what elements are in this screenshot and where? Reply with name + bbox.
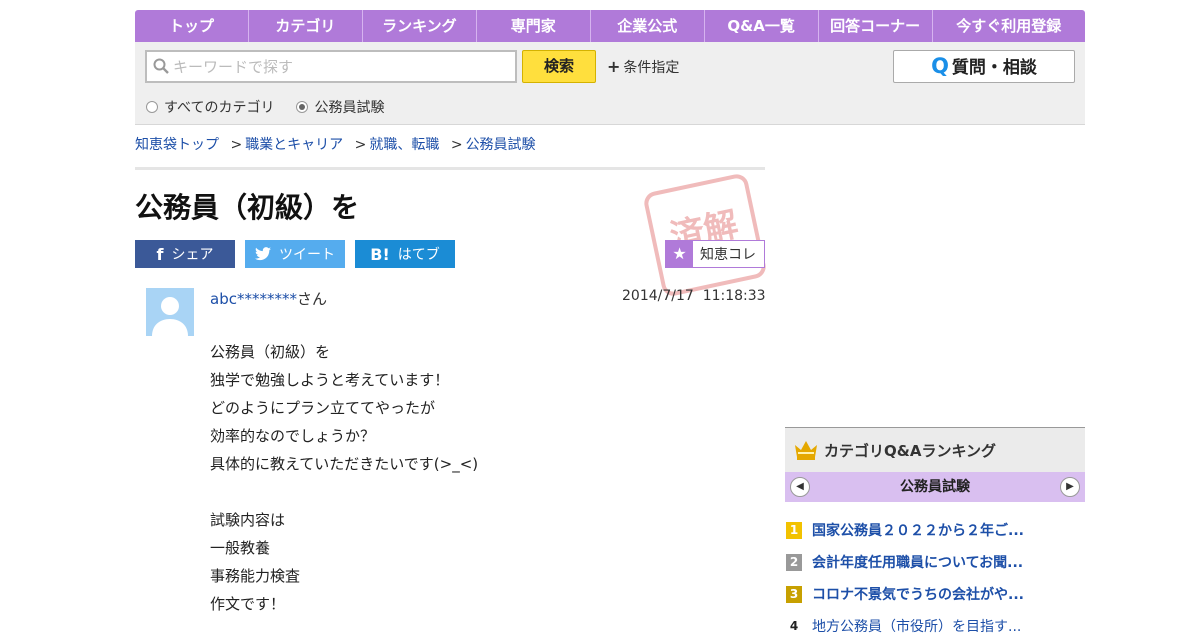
rank-number: 2 xyxy=(786,553,802,571)
radio-all-categories[interactable]: すべてのカテゴリ xyxy=(146,97,274,117)
body-line: 独学で勉強しようと考えています！ xyxy=(210,371,450,389)
next-arrow-icon[interactable]: ▶ xyxy=(1060,477,1080,497)
nav-answer-corner[interactable]: 回答コーナー xyxy=(819,10,933,42)
search-box xyxy=(145,50,517,83)
breadcrumb-separator: > xyxy=(354,137,367,153)
body-line: 事務能力検査 xyxy=(210,567,301,585)
question-date: 2014/7/17 xyxy=(622,288,694,304)
nav-qa-list[interactable]: Q&A一覧 xyxy=(705,10,819,42)
breadcrumb-separator: > xyxy=(450,137,463,153)
rank-number: 4 xyxy=(789,618,799,633)
question-body: 公務員（初級）を 独学で勉強しようと考えています！ どのようにプラン立ててやった… xyxy=(210,338,478,618)
twitter-bird-icon xyxy=(255,247,271,261)
breadcrumb-item[interactable]: 知恵袋トップ xyxy=(135,137,219,153)
divider xyxy=(135,167,765,170)
twitter-share-button[interactable]: ツイート xyxy=(245,240,345,268)
category-ranking: カテゴリQ&Aランキング ◀ 公務員試験 ▶ 1 国家公務員２０２２から２年ご.… xyxy=(785,427,1085,642)
ranking-item: 4 地方公務員（市役所）を目指す... xyxy=(785,610,1085,642)
body-line: 試験内容は xyxy=(210,511,286,529)
breadcrumb-item[interactable]: 職業とキャリア xyxy=(245,137,343,153)
chiekore-button[interactable]: ★ 知恵コレ xyxy=(665,240,765,268)
ranking-link[interactable]: 地方公務員（市役所）を目指す... xyxy=(812,616,1021,636)
star-icon: ★ xyxy=(666,241,693,267)
nav-experts[interactable]: 専門家 xyxy=(477,10,591,42)
prev-arrow-icon[interactable]: ◀ xyxy=(790,477,810,497)
condition-link[interactable]: + 条件指定 xyxy=(607,57,679,77)
search-button[interactable]: 検索 xyxy=(522,50,596,83)
search-icon xyxy=(153,58,169,74)
ranking-title: カテゴリQ&Aランキング xyxy=(824,441,996,460)
question-time: 11:18:33 xyxy=(702,288,766,304)
ranking-item: 3 コロナ不景気でうちの会社がや... xyxy=(785,578,1085,610)
resolved-stamp-icon: 済解 xyxy=(644,174,766,296)
facebook-share-button[interactable]: f シェア xyxy=(135,240,235,268)
default-user-icon xyxy=(152,297,188,336)
plus-icon: + xyxy=(607,57,621,76)
question-timestamp: 2014/7/17 11:18:33 xyxy=(622,288,766,304)
search-scope: すべてのカテゴリ 公務員試験 xyxy=(146,97,384,117)
ad-slot xyxy=(785,134,1085,384)
search-input[interactable] xyxy=(173,55,503,79)
question-title: 公務員（初級）を xyxy=(135,191,360,224)
ranking-list: 1 国家公務員２０２２から２年ご... 2 会計年度任用職員についてお聞... … xyxy=(785,514,1085,642)
nav-top[interactable]: トップ xyxy=(135,10,249,42)
question-author: abc********さん xyxy=(210,288,327,309)
ranking-link[interactable]: 会計年度任用職員についてお聞... xyxy=(812,552,1023,572)
ask-button-label: 質問・相談 xyxy=(951,58,1037,78)
search-bar: 検索 +条件指定 Q質問・相談 すべてのカテゴリ 公務員試験 xyxy=(135,42,1085,125)
author-suffix: さん xyxy=(296,290,327,308)
ranking-item: 1 国家公務員２０２２から２年ご... xyxy=(785,514,1085,546)
ranking-category: 公務員試験 xyxy=(900,479,970,495)
rank-number: 3 xyxy=(786,585,802,603)
nav-category[interactable]: カテゴリ xyxy=(249,10,363,42)
rank-number: 1 xyxy=(786,521,802,539)
ranking-link[interactable]: 国家公務員２０２２から２年ご... xyxy=(812,520,1024,540)
facebook-share-label: シェア xyxy=(171,247,214,263)
chiekore-label: 知恵コレ xyxy=(700,247,756,263)
ranking-header: カテゴリQ&Aランキング xyxy=(785,427,1085,472)
ranking-item: 2 会計年度任用職員についてお聞... xyxy=(785,546,1085,578)
ranking-category-bar: ◀ 公務員試験 ▶ xyxy=(785,472,1085,502)
breadcrumb-separator: > xyxy=(230,137,243,153)
breadcrumb: 知恵袋トップ > 職業とキャリア > 就職、転職 > 公務員試験 xyxy=(135,134,536,154)
radio-current-category[interactable]: 公務員試験 xyxy=(296,97,384,117)
ranking-link[interactable]: コロナ不景気でうちの会社がや... xyxy=(812,584,1024,604)
crown-icon xyxy=(795,441,817,460)
avatar[interactable] xyxy=(146,288,194,336)
body-line: 作文です！ xyxy=(210,595,286,613)
twitter-share-label: ツイート xyxy=(279,247,335,263)
hatena-bookmark-button[interactable]: B! はてブ xyxy=(355,240,455,268)
body-line: どのようにプラン立ててやったが xyxy=(210,399,436,417)
ask-question-button[interactable]: Q 質問・相談 xyxy=(893,50,1075,83)
nav-official[interactable]: 企業公式 xyxy=(591,10,705,42)
nav-register[interactable]: 今すぐ利用登録 xyxy=(933,10,1085,42)
breadcrumb-item[interactable]: 就職、転職 xyxy=(369,137,439,153)
radio-current-label: 公務員試験 xyxy=(314,100,385,116)
hatena-icon: B! xyxy=(370,244,390,264)
breadcrumb-item[interactable]: 公務員試験 xyxy=(466,137,536,153)
author-link[interactable]: abc******** xyxy=(210,290,297,308)
body-line: 具体的に教えていただきたいです(>_<) xyxy=(210,455,479,473)
radio-all-label: すべてのカテゴリ xyxy=(164,100,275,116)
facebook-icon: f xyxy=(156,244,164,264)
radio-off-icon xyxy=(146,101,158,113)
nav-ranking[interactable]: ランキング xyxy=(363,10,477,42)
body-line: 一般教養 xyxy=(210,539,271,557)
question-q-icon: Q xyxy=(931,54,949,78)
body-line xyxy=(210,478,478,506)
body-line: 公務員（初級）を xyxy=(210,343,331,361)
body-line: 効率的なのでしょうか？ xyxy=(210,427,376,445)
condition-label: 条件指定 xyxy=(623,60,680,76)
share-buttons: f シェア ツイート B! はてブ xyxy=(135,240,455,268)
radio-on-icon xyxy=(296,101,309,113)
hatena-share-label: はてブ xyxy=(397,247,440,263)
header: トップ カテゴリ ランキング 専門家 企業公式 Q&A一覧 回答コーナー 今すぐ… xyxy=(135,10,1085,125)
global-nav: トップ カテゴリ ランキング 専門家 企業公式 Q&A一覧 回答コーナー 今すぐ… xyxy=(135,10,1085,42)
